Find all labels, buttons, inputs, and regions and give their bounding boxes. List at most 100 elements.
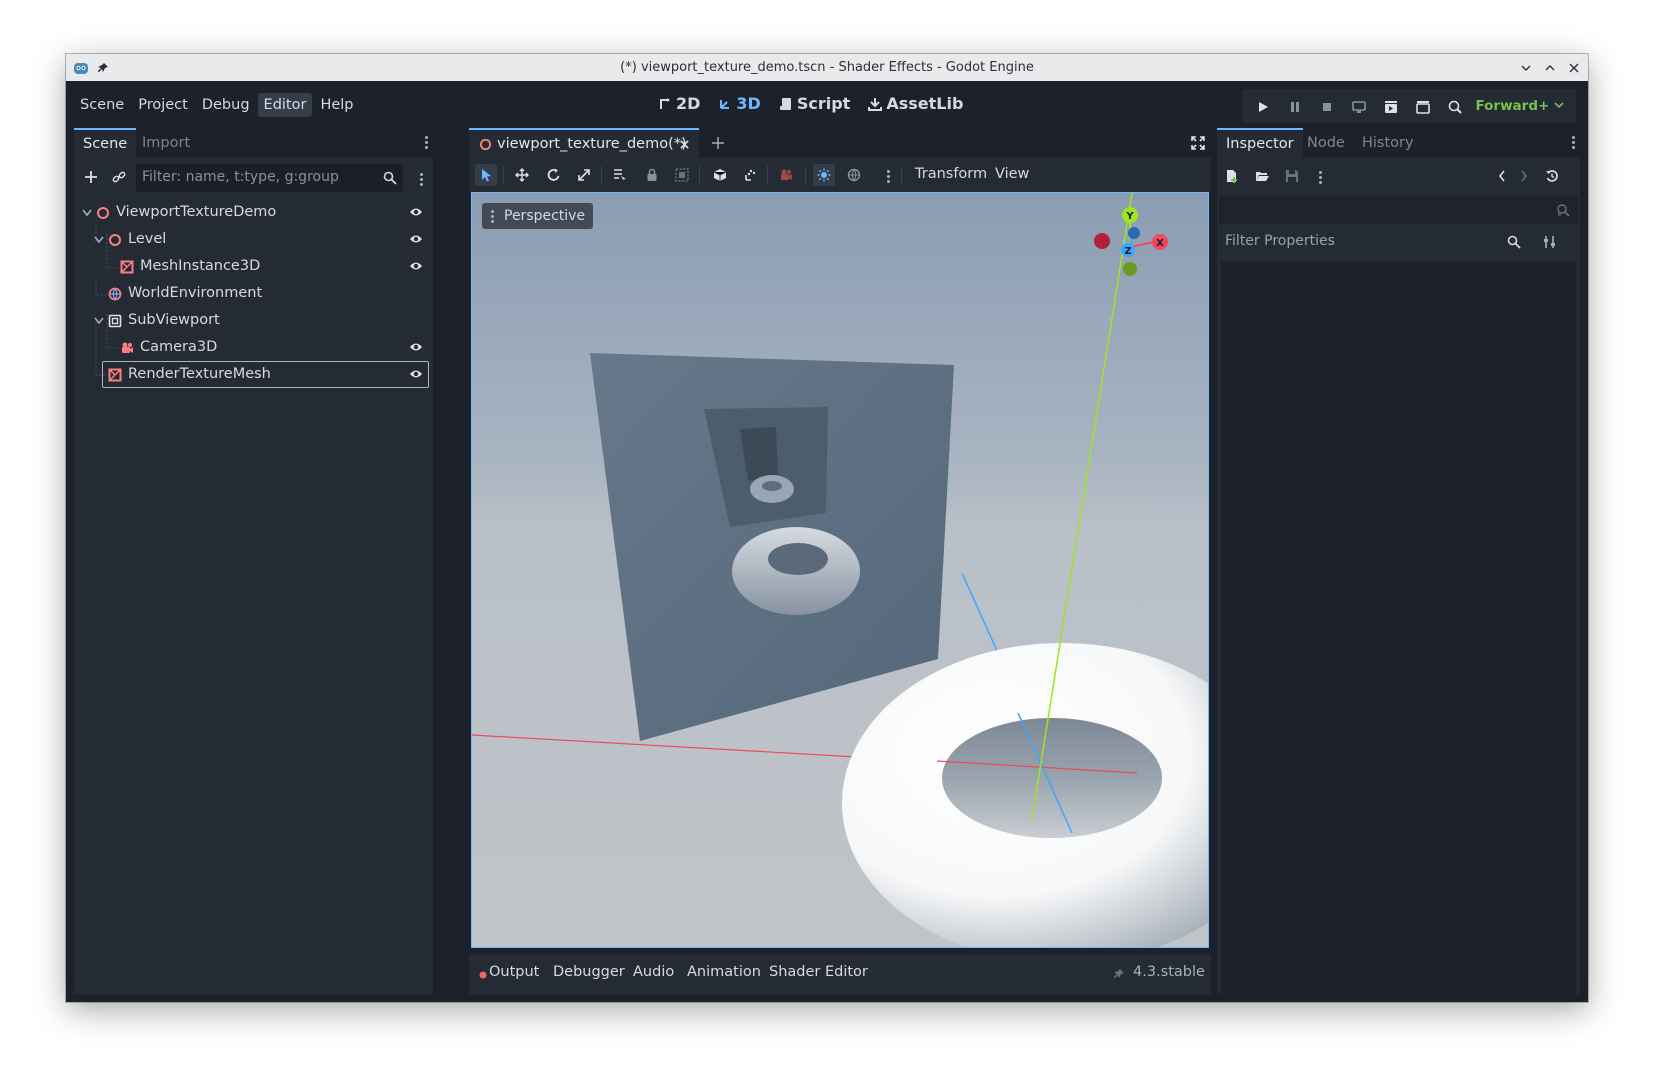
load-resource-button[interactable] — [1251, 165, 1273, 187]
add-node-button[interactable] — [80, 166, 102, 188]
inspector-body: Filter Properties — [1217, 158, 1580, 994]
subviewport-icon — [108, 314, 122, 328]
menu-debug[interactable]: Debug — [196, 93, 256, 117]
visibility-eye-icon[interactable] — [409, 341, 423, 353]
assetlib-icon — [868, 97, 883, 111]
snap-button[interactable] — [739, 164, 761, 186]
move-mode-button[interactable] — [511, 164, 533, 186]
chevron-down-icon[interactable] — [82, 209, 92, 217]
transform-menu[interactable]: Transform — [915, 166, 987, 182]
separator — [805, 166, 806, 184]
scene-filter-input[interactable]: Filter: name, t:type, g:group — [136, 164, 403, 192]
gizmo-y-label: Y — [1125, 211, 1134, 222]
bottom-tab-audio[interactable]: Audio — [633, 964, 674, 980]
tab-history[interactable]: History — [1353, 128, 1423, 158]
tree-item-subviewport[interactable]: SubViewport — [78, 307, 429, 334]
visibility-eye-icon[interactable] — [409, 368, 423, 380]
rotate-mode-button[interactable] — [543, 164, 565, 186]
inspector-dock-menu-icon[interactable] — [1572, 134, 1576, 151]
play-scene-button[interactable] — [1382, 98, 1400, 116]
inspector-settings-button[interactable] — [1539, 231, 1561, 253]
pause-icon — [1291, 102, 1299, 112]
renderer-selector[interactable]: Forward+ — [1475, 98, 1564, 114]
scene-dock-menu-icon[interactable] — [425, 134, 429, 151]
tree-item-level[interactable]: Level — [78, 226, 429, 253]
tree-item-viewporttexturedemo[interactable]: ViewportTextureDemo — [78, 199, 429, 226]
scene-tab-viewport-texture-demo[interactable]: viewport_texture_demo(*) — [469, 128, 699, 160]
play-button[interactable] — [1254, 98, 1272, 116]
play-custom-scene-button[interactable] — [1414, 98, 1432, 116]
list-select-button[interactable] — [609, 164, 631, 186]
close-icon[interactable] — [679, 139, 690, 150]
3d-viewport[interactable]: Perspective Y X Z — [471, 192, 1209, 948]
save-resource-button[interactable] — [1281, 165, 1303, 187]
tree-item-label: MeshInstance3D — [140, 258, 261, 274]
version-label[interactable]: 4.3.stable — [1133, 964, 1205, 980]
filter-properties-input[interactable]: Filter Properties — [1221, 228, 1525, 256]
mode-assetlib-button[interactable]: AssetLib — [868, 94, 963, 113]
chevron-down-icon[interactable] — [94, 236, 104, 244]
move-icon — [515, 168, 529, 182]
mode-script-button[interactable]: Script — [779, 94, 850, 113]
visibility-eye-icon[interactable] — [409, 233, 423, 245]
history-back-button[interactable] — [1491, 165, 1513, 187]
tab-scene[interactable]: Scene — [74, 128, 137, 160]
monitor-icon — [1352, 101, 1366, 113]
menu-project[interactable]: Project — [132, 93, 194, 117]
local-space-button[interactable] — [709, 164, 731, 186]
list-select-icon — [614, 169, 626, 182]
instantiate-scene-button[interactable] — [108, 166, 130, 188]
node3d-icon — [479, 138, 492, 151]
node-info-icon[interactable] — [1556, 203, 1570, 217]
tab-import[interactable]: Import — [133, 128, 199, 158]
mode-2d-button[interactable]: 2D — [658, 94, 700, 113]
tree-item-meshinstance3d[interactable]: MeshInstance3D — [78, 253, 429, 280]
preview-sun-button[interactable] — [813, 164, 835, 186]
scene-tree-options-icon[interactable] — [420, 171, 424, 188]
visibility-eye-icon[interactable] — [409, 260, 423, 272]
scale-mode-button[interactable] — [573, 164, 595, 186]
title-bar: (*) viewport_texture_demo.tscn - Shader … — [66, 54, 1588, 81]
new-resource-button[interactable] — [1221, 165, 1243, 187]
pin-icon[interactable] — [1113, 968, 1125, 980]
preview-camera-button[interactable] — [775, 164, 797, 186]
pause-button[interactable] — [1286, 98, 1304, 116]
environment-settings-icon[interactable] — [887, 168, 891, 185]
tab-inspector[interactable]: Inspector — [1217, 128, 1303, 160]
stop-button[interactable] — [1318, 98, 1336, 116]
bottom-tab-shader-editor[interactable]: Shader Editor — [769, 964, 868, 980]
preview-environment-button[interactable] — [843, 164, 865, 186]
perspective-menu[interactable]: Perspective — [482, 203, 594, 229]
movie-maker-button[interactable] — [1446, 98, 1464, 116]
chevron-down-icon[interactable] — [94, 317, 104, 325]
add-scene-tab-icon[interactable] — [711, 136, 725, 150]
inspector-dock: Inspector Node History Filter Properties — [1217, 128, 1580, 994]
history-forward-button[interactable] — [1513, 165, 1535, 187]
close-window-button[interactable] — [1564, 58, 1584, 78]
tree-item-camera3d[interactable]: Camera3D — [78, 334, 429, 361]
resource-extra-menu-icon[interactable] — [1319, 169, 1323, 186]
bottom-tab-animation[interactable]: Animation — [687, 964, 761, 980]
menu-scene[interactable]: Scene — [74, 93, 130, 117]
mode-3d-button[interactable]: 3D — [718, 94, 761, 113]
view-menu[interactable]: View — [995, 166, 1029, 182]
remote-debug-button[interactable] — [1350, 98, 1368, 116]
distraction-free-icon[interactable] — [1191, 136, 1205, 150]
tree-item-worldenvironment[interactable]: WorldEnvironment — [78, 280, 429, 307]
menu-help[interactable]: Help — [314, 93, 359, 117]
visibility-eye-icon[interactable] — [409, 206, 423, 218]
tab-node[interactable]: Node — [1298, 128, 1354, 158]
bottom-tab-output[interactable]: Output — [489, 964, 539, 980]
group-button[interactable] — [671, 164, 693, 186]
maximize-button[interactable] — [1540, 58, 1560, 78]
object-history-button[interactable] — [1541, 165, 1563, 187]
lock-button[interactable] — [641, 164, 663, 186]
bottom-tab-debugger[interactable]: Debugger — [553, 964, 625, 980]
menu-bar: Scene Project Debug Editor Help 2D 3D Sc… — [66, 81, 1588, 128]
meshinstance-icon — [108, 368, 122, 382]
minimize-button[interactable] — [1516, 58, 1536, 78]
view-gizmo[interactable]: Y X Z — [1080, 201, 1180, 285]
menu-editor[interactable]: Editor — [257, 93, 313, 117]
select-mode-button[interactable] — [475, 164, 497, 186]
tree-item-rendertexturemesh[interactable]: RenderTextureMesh — [78, 361, 429, 388]
